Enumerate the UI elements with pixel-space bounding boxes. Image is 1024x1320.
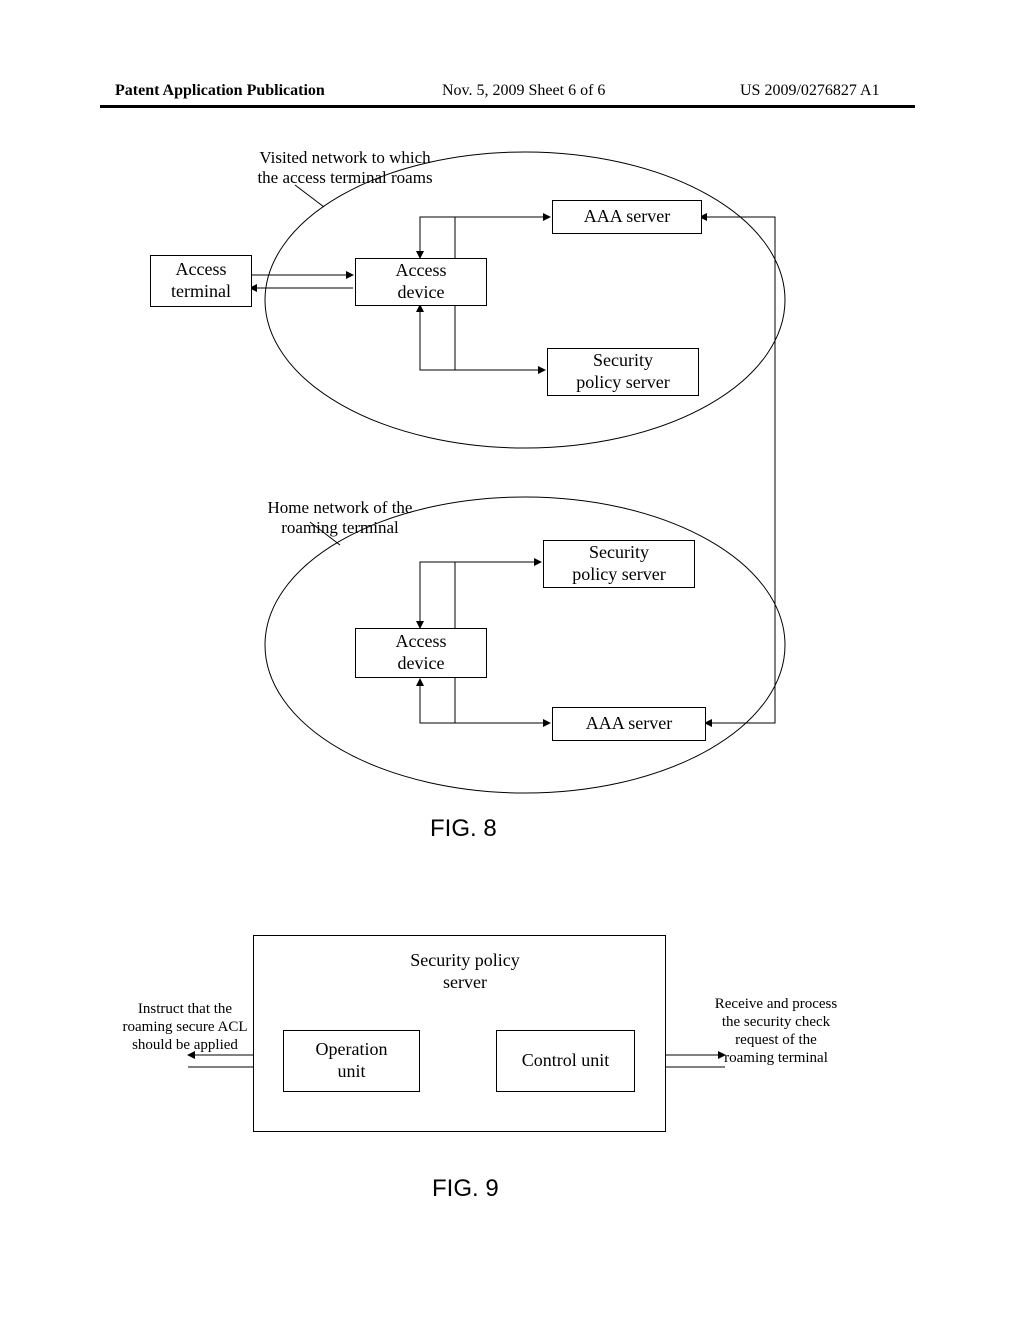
sps-container-title: Security policyserver bbox=[395, 950, 535, 993]
fig9-left-label: Instruct that theroaming secure ACLshoul… bbox=[115, 1000, 255, 1054]
visited-network-label: Visited network to whichthe access termi… bbox=[235, 148, 455, 189]
aaa-server-bot-box: AAA server bbox=[552, 707, 706, 741]
home-network-label: Home network of theroaming terminal bbox=[240, 498, 440, 539]
operation-unit-box: Operationunit bbox=[283, 1030, 420, 1092]
access-device-bot-box: Accessdevice bbox=[355, 628, 487, 678]
access-device-top-box: Accessdevice bbox=[355, 258, 487, 306]
fig9-caption: FIG. 9 bbox=[432, 1175, 499, 1203]
sps-bot-box: Securitypolicy server bbox=[543, 540, 695, 588]
fig8-caption: FIG. 8 bbox=[430, 815, 497, 843]
sps-top-box: Securitypolicy server bbox=[547, 348, 699, 396]
control-unit-box: Control unit bbox=[496, 1030, 635, 1092]
access-terminal-box: Accessterminal bbox=[150, 255, 252, 307]
aaa-server-top-box: AAA server bbox=[552, 200, 702, 234]
fig9-right-label: Receive and processthe security checkreq… bbox=[700, 995, 852, 1067]
